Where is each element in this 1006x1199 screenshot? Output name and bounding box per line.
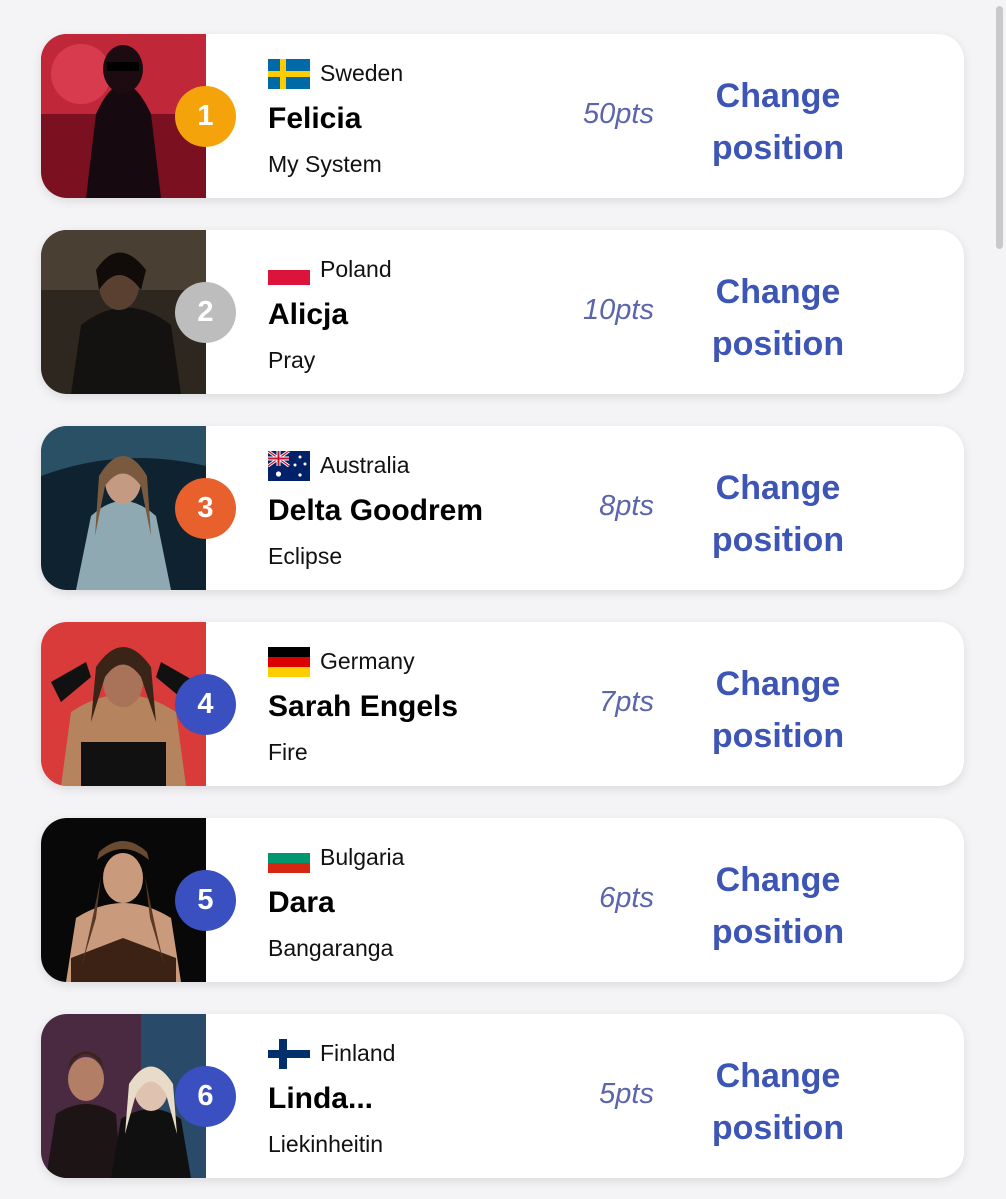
scrollbar[interactable] — [996, 6, 1003, 249]
points-value: 5pts — [599, 1078, 654, 1110]
rank-badge: 1 — [175, 86, 236, 147]
song-title: Eclipse — [268, 543, 343, 569]
artist-name: Linda... — [268, 1082, 373, 1115]
change-position-button[interactable]: Change position — [693, 70, 863, 174]
finland-flag-icon — [268, 1039, 310, 1069]
change-position-button[interactable]: Change position — [693, 1050, 863, 1154]
entry-card: 6 Finland Linda... Liekinheitin 5pts Cha… — [41, 1014, 964, 1178]
rank-badge: 2 — [175, 282, 236, 343]
song-title: Fire — [268, 739, 308, 765]
artist-name: Delta Goodrem — [268, 494, 484, 527]
artist-name: Alicja — [268, 298, 349, 331]
points-value: 10pts — [583, 294, 654, 326]
ranking-list: 1 Sweden Felicia My System 50pts Change … — [0, 0, 1006, 1199]
change-position-button[interactable]: Change position — [693, 854, 863, 958]
song-title: Bangaranga — [268, 935, 394, 961]
song-title: Pray — [268, 347, 316, 373]
country-name: Sweden — [320, 60, 404, 86]
rank-badge: 3 — [175, 478, 236, 539]
germany-flag-icon — [268, 647, 310, 677]
change-position-button[interactable]: Change position — [693, 658, 863, 762]
australia-flag-icon — [268, 451, 310, 481]
song-title: My System — [268, 151, 382, 177]
points-value: 7pts — [599, 686, 654, 718]
poland-flag-icon — [268, 255, 310, 285]
rank-badge: 4 — [175, 674, 236, 735]
bulgaria-flag-icon — [268, 843, 310, 873]
country-name: Germany — [320, 648, 415, 674]
change-position-button[interactable]: Change position — [693, 462, 863, 566]
change-position-button[interactable]: Change position — [693, 266, 863, 370]
country-name: Bulgaria — [320, 844, 405, 870]
rank-badge: 6 — [175, 1066, 236, 1127]
entry-card: 2 Poland Alicja Pray 10pts Change positi… — [41, 230, 964, 394]
sweden-flag-icon — [268, 59, 310, 89]
entry-card: 5 Bulgaria Dara Bangaranga 6pts Change p… — [41, 818, 964, 982]
country-name: Australia — [320, 452, 410, 478]
song-title: Liekinheitin — [268, 1131, 384, 1157]
entry-card: 1 Sweden Felicia My System 50pts Change … — [41, 34, 964, 198]
country-name: Poland — [320, 256, 392, 282]
artist-name: Dara — [268, 886, 335, 919]
rank-badge: 5 — [175, 870, 236, 931]
country-name: Finland — [320, 1040, 396, 1066]
points-value: 8pts — [599, 490, 654, 522]
points-value: 6pts — [599, 882, 654, 914]
entry-card: 4 Germany Sarah Engels Fire 7pts Change … — [41, 622, 964, 786]
artist-name: Felicia — [268, 102, 362, 135]
entry-card: 3 Australia Delta Goodrem Eclipse 8pts C… — [41, 426, 964, 590]
points-value: 50pts — [583, 98, 654, 130]
artist-name: Sarah Engels — [268, 690, 459, 723]
